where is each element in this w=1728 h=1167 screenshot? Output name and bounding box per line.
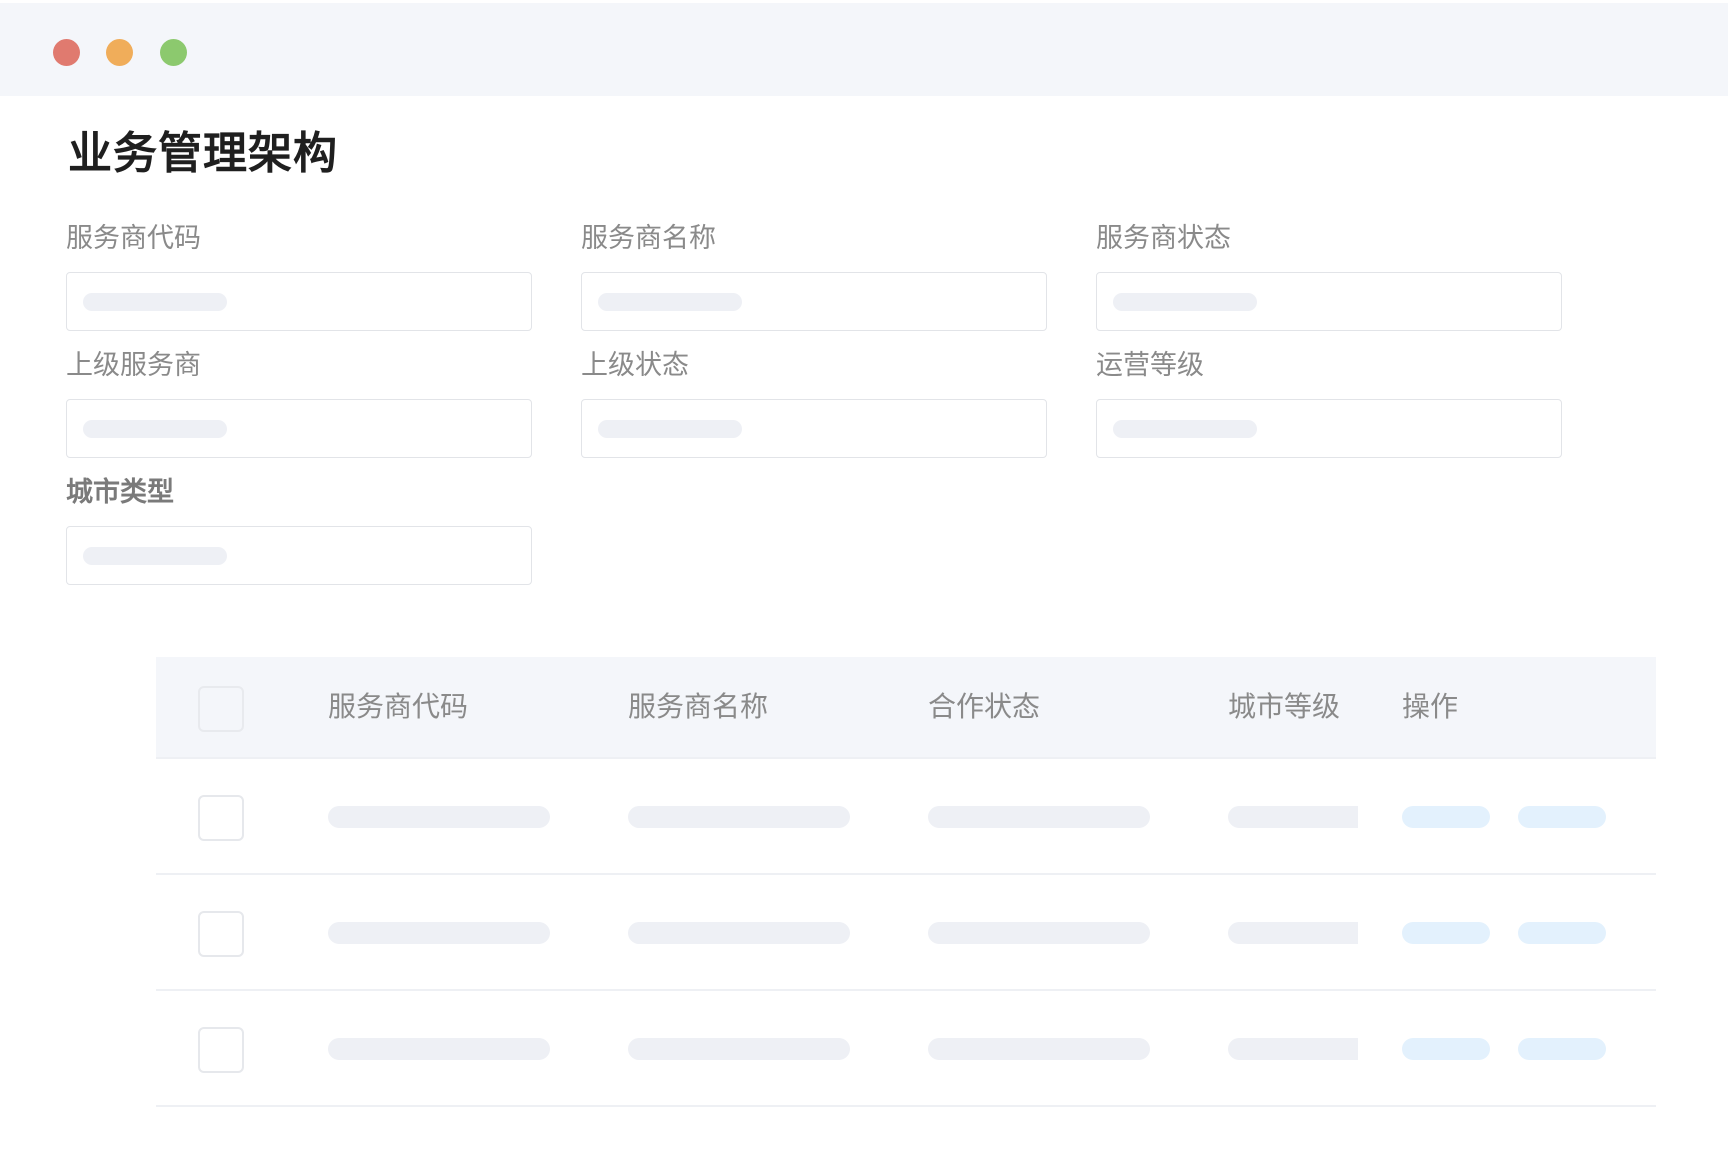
row-checkbox[interactable] (198, 1027, 244, 1073)
cell-skeleton (1228, 806, 1358, 828)
cell-skeleton (1228, 1038, 1358, 1060)
row-action-link[interactable] (1518, 1038, 1606, 1060)
input-placeholder-skeleton (1113, 420, 1257, 438)
minimize-window-button[interactable] (106, 39, 133, 66)
column-header-city-level: 城市等级 (1228, 690, 1341, 723)
filter-field-parent-provider: 上级服务商 (66, 348, 532, 458)
provider-table: 服务商代码 服务商名称 合作状态 城市等级 操作 (156, 657, 1656, 1107)
input-placeholder-skeleton (83, 420, 227, 438)
provider-status-input[interactable] (1096, 272, 1562, 331)
column-header-provider-code: 服务商代码 (328, 690, 469, 723)
row-action-link[interactable] (1402, 1038, 1490, 1060)
app-window: 业务管理架构 服务商代码 服务商名称 服务商状态 上级服务商 上级状态 运营等级… (0, 0, 1728, 1167)
provider-name-input[interactable] (581, 272, 1047, 331)
row-checkbox[interactable] (198, 911, 244, 957)
row-action-link[interactable] (1402, 806, 1490, 828)
table-row (156, 759, 1656, 875)
input-placeholder-skeleton (1113, 293, 1257, 311)
field-label: 服务商代码 (66, 223, 201, 254)
table-header: 服务商代码 服务商名称 合作状态 城市等级 操作 (156, 657, 1656, 759)
row-action-link[interactable] (1518, 922, 1606, 944)
column-header-provider-name: 服务商名称 (628, 690, 769, 723)
field-label: 服务商名称 (581, 223, 716, 254)
field-label: 服务商状态 (1096, 223, 1231, 254)
input-placeholder-skeleton (598, 420, 742, 438)
cell-skeleton (628, 1038, 850, 1060)
cell-skeleton (328, 1038, 550, 1060)
filter-field-city-type: 城市类型 (66, 475, 532, 585)
select-all-checkbox[interactable] (198, 686, 244, 732)
provider-code-input[interactable] (66, 272, 532, 331)
cell-skeleton (1228, 922, 1358, 944)
table-row (156, 991, 1656, 1107)
row-action-link[interactable] (1518, 806, 1606, 828)
field-label: 运营等级 (1096, 350, 1204, 381)
operation-level-input[interactable] (1096, 399, 1562, 458)
cell-skeleton (928, 922, 1150, 944)
field-label: 上级服务商 (66, 350, 201, 381)
parent-provider-input[interactable] (66, 399, 532, 458)
cell-skeleton (328, 922, 550, 944)
cell-skeleton (628, 806, 850, 828)
row-checkbox[interactable] (198, 795, 244, 841)
filter-field-parent-status: 上级状态 (581, 348, 1047, 458)
parent-status-input[interactable] (581, 399, 1047, 458)
table-row (156, 875, 1656, 991)
row-action-link[interactable] (1402, 922, 1490, 944)
filter-field-provider-name: 服务商名称 (581, 221, 1047, 331)
filter-field-operation-level: 运营等级 (1096, 348, 1562, 458)
cell-skeleton (328, 806, 550, 828)
filter-field-provider-status: 服务商状态 (1096, 221, 1562, 331)
city-type-input[interactable] (66, 526, 532, 585)
page-title: 业务管理架构 (68, 128, 338, 179)
window-titlebar (0, 3, 1728, 96)
column-header-cooperation-status: 合作状态 (928, 690, 1041, 723)
maximize-window-button[interactable] (160, 39, 187, 66)
cell-skeleton (928, 806, 1150, 828)
close-window-button[interactable] (53, 39, 80, 66)
field-label: 城市类型 (66, 477, 174, 508)
input-placeholder-skeleton (598, 293, 742, 311)
cell-skeleton (928, 1038, 1150, 1060)
input-placeholder-skeleton (83, 293, 227, 311)
filter-field-provider-code: 服务商代码 (66, 221, 532, 331)
field-label: 上级状态 (581, 350, 689, 381)
cell-skeleton (628, 922, 850, 944)
input-placeholder-skeleton (83, 547, 227, 565)
column-header-actions: 操作 (1402, 690, 1459, 723)
